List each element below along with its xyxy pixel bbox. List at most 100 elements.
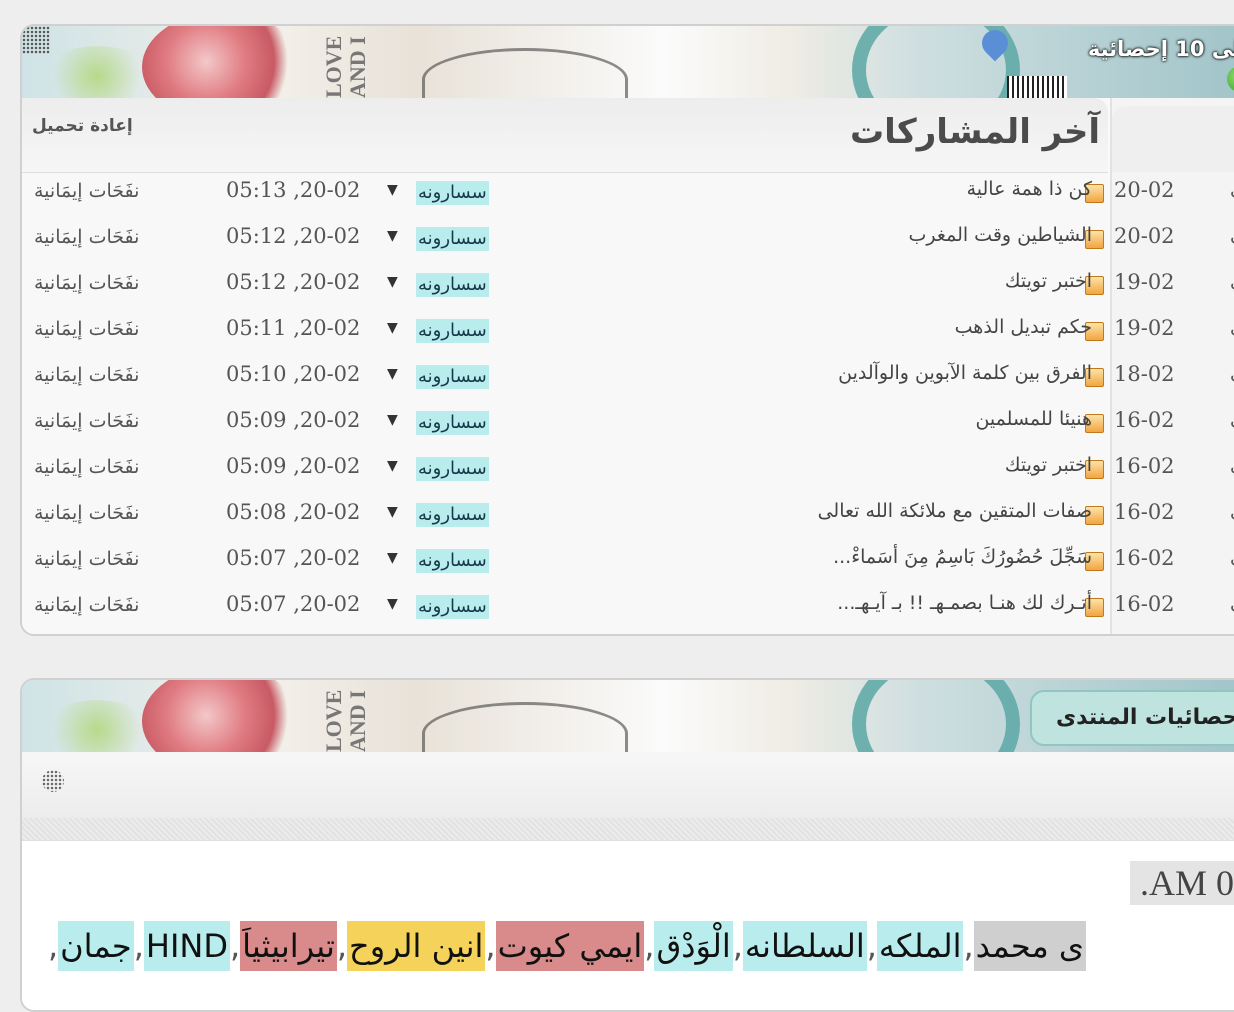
topic-link[interactable]: اختبر تويتك	[1005, 454, 1092, 476]
top10-stats-title: على 10 إحصائية	[1087, 37, 1234, 61]
table-row: ى 16-02 هنيئا للمسلمين سسارونه ▼ 05:09 ,20-02…	[22, 400, 1234, 446]
caret-down-icon[interactable]: ▼	[387, 504, 398, 520]
caret-down-icon[interactable]: ▼	[387, 228, 398, 244]
separator: ,	[866, 927, 877, 965]
username-link[interactable]: سسارونه	[416, 227, 489, 251]
post-timestamp: 05:07 ,20-02	[226, 592, 361, 616]
post-date: 16-02	[1114, 592, 1175, 616]
forum-link[interactable]: نفَحَات إيمَانية	[34, 410, 139, 432]
forum-link[interactable]: نفَحَات إيمَانية	[34, 364, 139, 386]
post-date: 20-02	[1114, 178, 1175, 202]
table-row: ى 16-02 سَجِّلَ حُضُورُكَ بَاسِمُ مِنَ أسَ…	[22, 538, 1234, 584]
caret-down-icon[interactable]: ▼	[387, 182, 398, 198]
topic-link[interactable]: الشياطين وقت المغرب	[909, 224, 1092, 246]
online-user-link[interactable]: الْوَدْق	[654, 921, 733, 971]
post-timestamp: 05:07 ,20-02	[226, 546, 361, 570]
reload-button[interactable]: إعادة تحميل	[32, 116, 133, 136]
post-timestamp: 05:10 ,20-02	[226, 362, 361, 386]
caret-down-icon[interactable]: ▼	[387, 320, 398, 336]
cut-off-text: ى	[1230, 408, 1234, 430]
online-user-link[interactable]: جمان	[58, 921, 134, 971]
online-users-list: ,جمان,HIND,تيرابيثياَ,انين الروح,ايمي كي…	[48, 921, 1086, 971]
decorative-banner: LOVE AND I على 10 إحصائية	[22, 26, 1234, 98]
separator: ,	[133, 927, 144, 965]
post-date: 16-02	[1114, 454, 1175, 478]
top10-column-header	[1112, 106, 1234, 172]
cut-off-text: ى	[1230, 592, 1234, 614]
latest-posts-header: آخر المشاركات إعادة تحميل	[22, 98, 1108, 173]
online-user-link[interactable]: الملكه	[876, 921, 964, 971]
username-link[interactable]: سسارونه	[416, 503, 489, 527]
separator: ,	[485, 927, 496, 965]
online-user-link[interactable]: السلطانه	[742, 921, 867, 971]
leaf-decoration	[42, 700, 152, 752]
cut-off-text: ى	[1230, 454, 1234, 476]
separator: ,	[229, 927, 241, 965]
online-user-link[interactable]: HIND	[143, 921, 230, 971]
online-user-link[interactable]: ايمي كيوت	[495, 921, 645, 971]
latest-posts-title: آخر المشاركات	[849, 112, 1100, 152]
post-date: 20-02	[1114, 224, 1175, 248]
topic-link[interactable]: الفرق بين كلمة الآبوين والوآلدين	[838, 362, 1092, 384]
dot-grid-icon	[42, 770, 64, 792]
love-stamp: LOVE AND I	[321, 689, 370, 752]
username-link[interactable]: سسارونه	[416, 549, 489, 573]
stats-toolbar	[22, 752, 1234, 818]
caret-down-icon[interactable]: ▼	[387, 412, 398, 428]
caret-down-icon[interactable]: ▼	[387, 550, 398, 566]
caret-down-icon[interactable]: ▼	[387, 458, 398, 474]
username-link[interactable]: سسارونه	[416, 457, 489, 481]
rose-decoration	[142, 26, 302, 98]
post-date: 19-02	[1114, 270, 1175, 294]
love-stamp: LOVE AND I	[321, 35, 370, 98]
forum-link[interactable]: نفَحَات إيمَانية	[34, 272, 139, 294]
swirl-decoration	[852, 680, 1020, 752]
post-date: 19-02	[1114, 316, 1175, 340]
forum-link[interactable]: نفَحَات إيمَانية	[34, 594, 139, 616]
dot-grid-icon	[22, 26, 50, 54]
topic-link[interactable]: صفات المتقين مع ملائكة الله تعالى	[818, 500, 1092, 522]
forum-link[interactable]: نفَحَات إيمَانية	[34, 318, 139, 340]
leaf-decoration	[42, 46, 152, 98]
table-row: ى 16-02 أتـرك لك هنـا بصمـهـ !! بـ آيـهـ..…	[22, 584, 1234, 630]
username-link[interactable]: سسارونه	[416, 365, 489, 389]
forum-stats-panel: LOVE AND I إحصائيات المنتدى .AM 0 ,جمان,…	[20, 678, 1234, 1012]
forum-link[interactable]: نفَحَات إيمَانية	[34, 456, 139, 478]
cut-off-text: ى	[1230, 546, 1234, 568]
cut-off-text: ى	[1230, 178, 1234, 200]
green-dot-icon	[1227, 66, 1234, 92]
topic-link[interactable]: اختبر تويتك	[1005, 270, 1092, 292]
caret-down-icon[interactable]: ▼	[387, 596, 398, 612]
forum-link[interactable]: نفَحَات إيمَانية	[34, 502, 139, 524]
post-timestamp: 05:09 ,20-02	[226, 454, 361, 478]
caret-down-icon[interactable]: ▼	[387, 274, 398, 290]
online-user-link[interactable]: تيرابيثياَ	[240, 921, 337, 971]
cut-off-text: ى	[1230, 316, 1234, 338]
online-user-link[interactable]: ى محمد	[973, 921, 1086, 971]
post-date: 16-02	[1114, 500, 1175, 524]
forum-link[interactable]: نفَحَات إيمَانية	[34, 180, 139, 202]
cut-off-text: ى	[1230, 500, 1234, 522]
topic-link[interactable]: كن ذا همة عالية	[967, 178, 1092, 200]
cut-off-text: ى	[1230, 270, 1234, 292]
online-user-link[interactable]: انين الروح	[347, 921, 486, 971]
post-timestamp: 05:11 ,20-02	[226, 316, 361, 340]
topic-link[interactable]: أتـرك لك هنـا بصمـهـ !! بـ آيـهـ...	[837, 592, 1092, 614]
topic-link[interactable]: هنيئا للمسلمين	[975, 408, 1092, 430]
cut-off-text: ى	[1230, 362, 1234, 384]
username-link[interactable]: سسارونه	[416, 595, 489, 619]
post-date: 16-02	[1114, 546, 1175, 570]
forum-link[interactable]: نفَحَات إيمَانية	[34, 548, 139, 570]
username-link[interactable]: سسارونه	[416, 411, 489, 435]
topic-link[interactable]: سَجِّلَ حُضُورُكَ بَاسِمُ مِنَ أسَماءْ..…	[833, 546, 1092, 568]
username-link[interactable]: سسارونه	[416, 181, 489, 205]
separator: ,	[732, 927, 743, 965]
topic-link[interactable]: حكم تبديل الذهب	[955, 316, 1092, 338]
table-row: ى 16-02 اختبر تويتك سسارونه ▼ 05:09 ,20-02 نفَ…	[22, 446, 1234, 492]
forum-link[interactable]: نفَحَات إيمَانية	[34, 226, 139, 248]
username-link[interactable]: سسارونه	[416, 319, 489, 343]
username-link[interactable]: سسارونه	[416, 273, 489, 297]
barcode-decoration	[1007, 76, 1067, 98]
post-timestamp: 05:13 ,20-02	[226, 178, 361, 202]
caret-down-icon[interactable]: ▼	[387, 366, 398, 382]
